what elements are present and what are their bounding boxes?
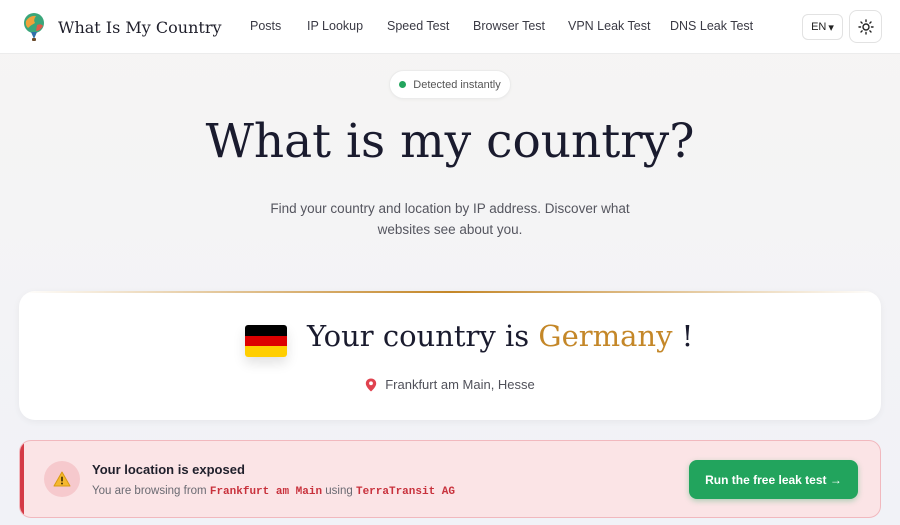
alert-city: Frankfurt am Main bbox=[209, 486, 323, 498]
site-header: What Is My Country Posts IP Lookup Speed… bbox=[0, 0, 900, 54]
language-label: EN bbox=[811, 21, 827, 33]
sun-icon bbox=[857, 18, 874, 35]
flag-stripe bbox=[245, 346, 287, 357]
badge-label: Detected instantly bbox=[413, 78, 501, 91]
status-dot-icon bbox=[399, 81, 407, 88]
location-text: Frankfurt am Main, Hesse bbox=[385, 377, 535, 392]
page-title: What is my country? bbox=[205, 114, 695, 169]
nav-vpn-leak-test[interactable]: VPN Leak Test bbox=[568, 19, 650, 33]
run-leak-test-button[interactable]: Run the free leak test → bbox=[689, 460, 858, 499]
main-nav: Posts IP Lookup Speed Test Browser Test … bbox=[0, 19, 900, 35]
country-card: Your country is Germany ! Frankfurt am M… bbox=[19, 291, 881, 420]
page-subtitle: Find your country and location by IP add… bbox=[270, 201, 630, 237]
nav-dns-leak-test[interactable]: DNS Leak Test bbox=[670, 19, 753, 33]
nav-ip-lookup[interactable]: IP Lookup bbox=[307, 19, 363, 33]
alert-text-mid: using bbox=[325, 485, 353, 497]
chevron-down-icon: ▾ bbox=[828, 21, 834, 34]
detected-badge: Detected instantly bbox=[389, 70, 511, 99]
language-selector[interactable]: EN ▾ bbox=[802, 14, 843, 40]
germany-flag-icon bbox=[245, 325, 287, 357]
alert-icon-wrap bbox=[44, 461, 80, 497]
country-heading: Your country is Germany ! bbox=[307, 319, 693, 353]
alert-accent-bar bbox=[20, 441, 24, 517]
alert-text: You are browsing from Frankfurt am Main … bbox=[92, 485, 455, 498]
country-name: Germany bbox=[538, 319, 673, 353]
theme-toggle-button[interactable] bbox=[849, 10, 882, 43]
country-suffix: ! bbox=[681, 319, 694, 353]
card-accent-line bbox=[19, 291, 881, 293]
alert-text-prefix: You are browsing from bbox=[92, 485, 207, 497]
flag-stripe bbox=[245, 335, 287, 347]
location-line: Frankfurt am Main, Hesse bbox=[19, 377, 881, 392]
alert-isp: TerraTransit AG bbox=[355, 486, 455, 498]
location-exposed-alert: Your location is exposed You are browsin… bbox=[19, 440, 881, 518]
alert-title: Your location is exposed bbox=[92, 462, 245, 477]
country-prefix: Your country is bbox=[307, 319, 530, 353]
map-pin-icon bbox=[366, 378, 377, 391]
nav-speed-test[interactable]: Speed Test bbox=[387, 19, 449, 33]
nav-browser-test[interactable]: Browser Test bbox=[473, 19, 545, 33]
flag-stripe bbox=[245, 325, 287, 336]
warning-icon bbox=[53, 471, 71, 487]
nav-posts[interactable]: Posts bbox=[250, 19, 281, 33]
